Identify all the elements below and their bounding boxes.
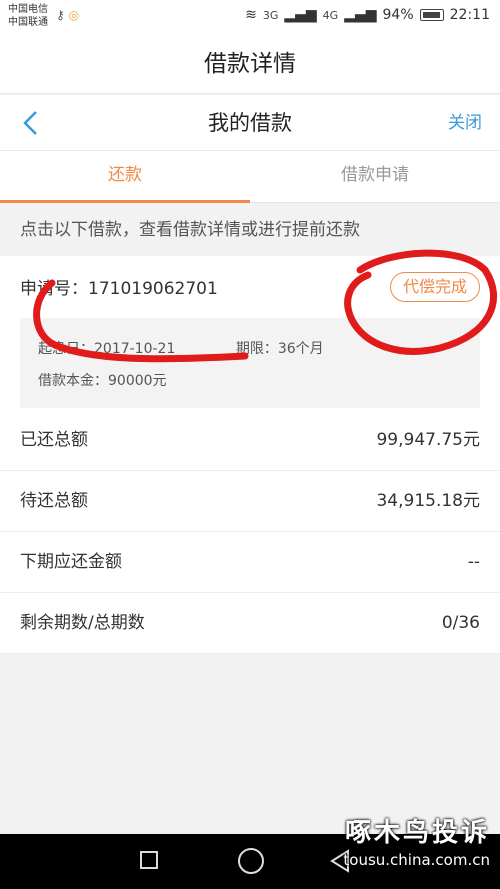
list-item-label: 待还总额 — [20, 491, 88, 511]
signal-bars-icon: ▂▄▆ — [284, 7, 317, 23]
application-number: 申请号：171019062701 — [20, 274, 218, 299]
nav-bar: 我的借款 关闭 — [0, 95, 500, 151]
close-button[interactable]: 关闭 — [448, 95, 482, 151]
sync-icon: ◎ — [68, 8, 80, 22]
summary-list: 已还总额 99,947.75元 待还总额 34,915.18元 下期应还金额 -… — [0, 410, 500, 654]
nav-title: 我的借款 — [208, 111, 292, 135]
list-item-value: 0/36 — [441, 613, 480, 633]
principal-row: 借款本金：90000元 — [38, 370, 167, 390]
hint-text: 点击以下借款，查看借款详情或进行提前还款 — [0, 204, 500, 256]
loan-detail-box: 起息日：2017-10-21 期限：36个月 借款本金：90000元 — [20, 318, 480, 408]
list-item-remaining-periods: 剩余期数/总期数 0/36 — [0, 593, 500, 654]
list-item-value: 99,947.75元 — [376, 430, 480, 450]
notification-icons: ⚷ ◎ — [56, 8, 79, 22]
battery-percent: 94% — [382, 7, 414, 23]
clock: 22:11 — [449, 7, 490, 23]
tab-loan-application[interactable]: 借款申请 — [250, 151, 500, 203]
application-number-label: 申请号： — [20, 279, 88, 299]
list-item-label: 剩余期数/总期数 — [20, 613, 145, 633]
carrier-2: 中国联通 — [8, 17, 48, 28]
signal-bars-icon-2: ▂▄▆ — [344, 7, 377, 23]
list-item-label: 下期应还金额 — [20, 552, 122, 572]
battery-icon — [419, 9, 444, 21]
principal-label: 借款本金： — [38, 373, 108, 389]
term-label: 期限： — [235, 341, 278, 357]
watermark-url: tousu.china.com.cn — [343, 851, 490, 869]
carrier-1: 中国电信 — [8, 4, 48, 15]
application-number-value: 171019062701 — [88, 279, 218, 299]
start-date-label: 起息日： — [38, 341, 94, 357]
list-item-label: 已还总额 — [20, 430, 88, 450]
principal-value: 90000元 — [108, 373, 167, 389]
term-value: 36个月 — [277, 341, 324, 357]
start-date-value: 2017-10-21 — [94, 341, 176, 357]
list-item-value: -- — [467, 552, 480, 572]
signal-3g: 3G — [262, 8, 279, 22]
list-item-repaid-total: 已还总额 99,947.75元 — [0, 410, 500, 471]
status-badge: 代偿完成 — [389, 272, 480, 302]
list-item-outstanding-total: 待还总额 34,915.18元 — [0, 471, 500, 532]
tab-bar: 还款 借款申请 — [0, 151, 500, 203]
list-item-next-payment: 下期应还金额 -- — [0, 532, 500, 593]
wifi-icon: ≋ — [245, 7, 257, 23]
page-title: 借款详情 — [0, 34, 500, 94]
recent-apps-icon[interactable] — [140, 851, 158, 869]
home-icon[interactable] — [238, 848, 264, 874]
tab-repay[interactable]: 还款 — [0, 151, 250, 203]
watermark: 啄木鸟投诉 tousu.china.com.cn — [343, 812, 490, 869]
loan-card[interactable]: 申请号：171019062701 代偿完成 起息日：2017-10-21 期限：… — [0, 256, 500, 424]
status-bar: 中国电信 中国联通 ⚷ ◎ ≋ 3G ▂▄▆ 4G ▂▄▆ 94% 22:11 — [0, 0, 500, 34]
status-right: ≋ 3G ▂▄▆ 4G ▂▄▆ 94% 22:11 — [245, 7, 490, 23]
carrier-names: 中国电信 中国联通 — [8, 3, 48, 29]
key-icon: ⚷ — [56, 8, 65, 22]
loan-dates-row: 起息日：2017-10-21 期限：36个月 — [38, 338, 324, 358]
signal-4g: 4G — [322, 8, 339, 22]
watermark-title: 啄木鸟投诉 — [344, 818, 490, 848]
list-item-value: 34,915.18元 — [376, 491, 480, 511]
